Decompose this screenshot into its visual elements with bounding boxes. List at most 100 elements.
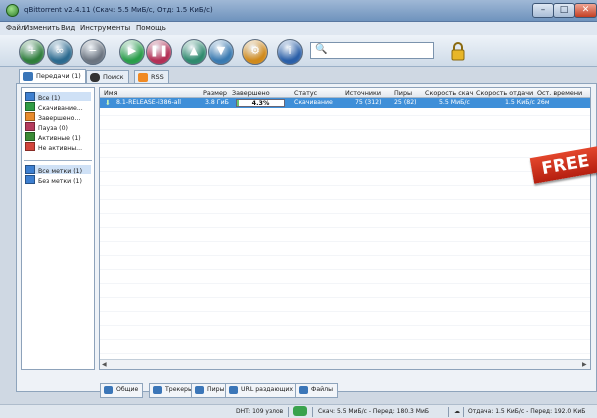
search-icon: 🔍 (315, 44, 328, 55)
files-icon (299, 386, 308, 394)
menu-help[interactable]: Помощь (136, 24, 166, 32)
download-status: Скач: 5.5 МиБ/с - Перед: 180.3 МиБ (318, 408, 429, 415)
torrent-status: Скачивание (294, 99, 333, 106)
scroll-left-arrow-icon[interactable]: ◀ (102, 361, 107, 368)
maximize-button[interactable]: □ (553, 3, 575, 18)
properties-tabs: Общие Трекеры Пиры URL раздающих Файлы (100, 383, 590, 398)
col-name[interactable]: Имя (104, 89, 117, 97)
menu-view[interactable]: Вид (61, 24, 75, 32)
state-icon (25, 112, 35, 121)
search-input[interactable]: 🔍 (310, 42, 434, 59)
main-tabs: Передачи (1) Поиск RSS (0, 67, 597, 84)
filter-sidebar: Все (1) Скачивание... Завершено... Пауза (0… (21, 87, 95, 370)
sidebar-item-label: Все метки (1) (38, 168, 82, 175)
torrent-down-speed: 5.5 МиБ/с (439, 99, 470, 106)
torrent-up-speed: 1.5 КиБ/с (505, 99, 535, 106)
sidebar-item-state[interactable]: Не активны... (25, 142, 83, 152)
tab-peers[interactable]: Пиры (191, 383, 230, 398)
tab-peers-label: Пиры (207, 386, 225, 393)
window-title: qBittorrent v2.4.11 (Скач: 5.5 МиБ/с, От… (24, 6, 213, 14)
torrent-name: 8.1-RELEASE-i386-all (116, 99, 181, 106)
tab-search-label: Поиск (103, 73, 124, 81)
sidebar-item-state[interactable]: Завершено... (25, 112, 81, 122)
delete-button[interactable]: − (80, 39, 106, 65)
col-done[interactable]: Завершено (232, 89, 270, 97)
tab-files[interactable]: Файлы (295, 383, 338, 398)
table-row[interactable]: ⬇ 8.1-RELEASE-i386-all 3.8 ГиБ 4.3% Скач… (100, 98, 590, 108)
sidebar-item-label: Скачивание... (38, 105, 83, 112)
minimize-button[interactable]: – (532, 3, 554, 18)
progress-label: 4.3% (251, 99, 270, 107)
label-icon (25, 165, 35, 174)
connection-status-icon[interactable] (293, 406, 307, 416)
tab-search[interactable]: Поиск (86, 70, 129, 84)
speed-limit-icon[interactable]: ☁ (454, 408, 460, 415)
sidebar-item-label: Пауза (0) (38, 125, 68, 132)
sidebar-item-label-filter[interactable]: Без метки (1) (25, 175, 82, 185)
col-size[interactable]: Размер (203, 89, 227, 97)
sidebar-item-state[interactable]: Активные (1) (25, 132, 81, 142)
sidebar-item-state[interactable]: Все (1) (25, 92, 91, 102)
scroll-right-arrow-icon[interactable]: ▶ (582, 361, 587, 368)
torrent-list: Имя Размер Завершено Статус Источники Пи… (99, 87, 591, 370)
torrent-size: 3.8 ГиБ (205, 99, 229, 106)
state-icon (25, 132, 35, 141)
increase-priority-button[interactable]: ▲ (181, 39, 207, 65)
decrease-priority-button[interactable]: ▼ (208, 39, 234, 65)
sidebar-item-state[interactable]: Скачивание... (25, 102, 83, 112)
peers-icon (195, 386, 204, 394)
tab-transfers-label: Передачи (1) (36, 72, 81, 80)
col-eta[interactable]: Ост. времени (537, 89, 582, 97)
lock-icon[interactable] (450, 41, 466, 61)
qbittorrent-logo-icon (6, 4, 19, 17)
tab-trackers-label: Трекеры (165, 386, 193, 393)
pause-button[interactable]: ❚❚ (146, 39, 172, 65)
tab-files-label: Файлы (311, 386, 333, 393)
col-seeds[interactable]: Источники (345, 89, 381, 97)
col-up-speed[interactable]: Скорость отдачи (476, 89, 533, 97)
torrent-peers: 25 (82) (394, 99, 417, 106)
about-button[interactable]: i (277, 39, 303, 65)
state-icon (25, 102, 35, 111)
col-status[interactable]: Статус (294, 89, 317, 97)
binoculars-icon (90, 73, 100, 82)
info-icon (104, 386, 113, 394)
status-separator (288, 407, 289, 417)
options-button[interactable]: ⚙ (242, 39, 268, 65)
menu-edit[interactable]: Изменить (24, 24, 60, 32)
torrent-eta: 26м (537, 99, 550, 106)
progress-bar: 4.3% (236, 99, 285, 107)
list-header: Имя Размер Завершено Статус Источники Пи… (100, 88, 590, 98)
tab-rss[interactable]: RSS (134, 70, 169, 84)
sidebar-item-label-filter[interactable]: Все метки (1) (25, 165, 91, 175)
status-bar: DHT: 109 узлов Скач: 5.5 МиБ/с - Перед: … (0, 404, 597, 418)
status-separator (448, 407, 449, 417)
rss-icon (138, 73, 148, 82)
label-icon (25, 175, 35, 184)
state-icon (25, 92, 35, 101)
resume-button[interactable]: ▶ (119, 39, 145, 65)
tab-transfers[interactable]: Передачи (1) (19, 69, 86, 84)
torrent-seeds: 75 (312) (355, 99, 382, 106)
sidebar-item-label: Завершено... (38, 115, 81, 122)
add-torrent-file-button[interactable]: + (19, 39, 45, 65)
url-seeds-icon (229, 386, 238, 394)
menu-tools[interactable]: Инструменты (80, 24, 130, 32)
tab-url-seeds[interactable]: URL раздающих (225, 383, 299, 398)
horizontal-scrollbar[interactable]: ◀ ▶ (100, 359, 590, 369)
sidebar-divider (24, 160, 92, 161)
sidebar-item-label: Активные (1) (38, 135, 81, 142)
sidebar-item-state[interactable]: Пауза (0) (25, 122, 68, 132)
col-down-speed[interactable]: Скорость скач (425, 89, 473, 97)
dht-status: DHT: 109 узлов (236, 408, 284, 415)
sidebar-item-label: Без метки (1) (38, 178, 82, 185)
add-torrent-link-button[interactable]: ∞ (47, 39, 73, 65)
status-separator (312, 407, 313, 417)
menu-file[interactable]: Файл (6, 24, 25, 32)
sidebar-item-label: Не активны... (38, 145, 83, 152)
trackers-icon (153, 386, 162, 394)
toolbar: + ∞ − ▶ ❚❚ ▲ ▼ ⚙ i 🔍 (0, 35, 597, 67)
close-button[interactable]: ✕ (574, 3, 597, 18)
col-peers[interactable]: Пиры (394, 89, 412, 97)
tab-general[interactable]: Общие (100, 383, 144, 398)
